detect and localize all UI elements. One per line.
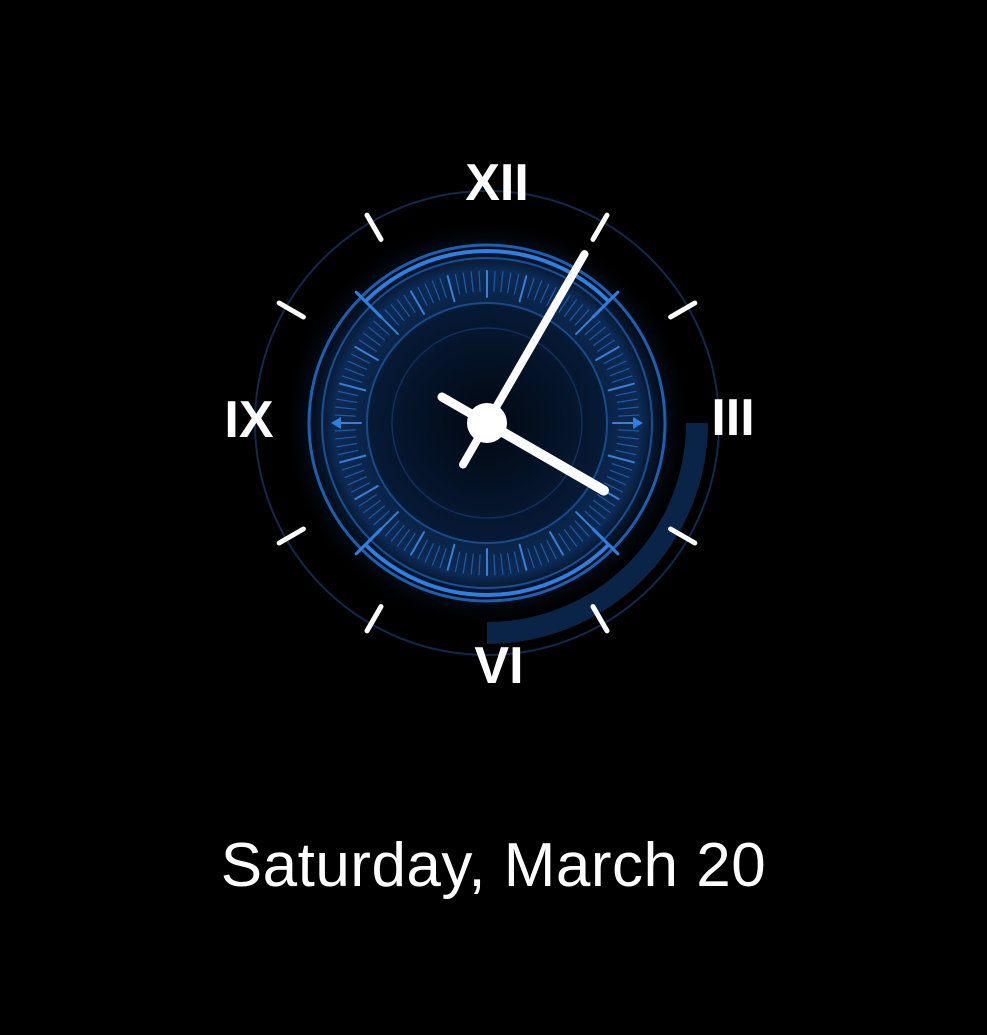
numeral-vi: VI bbox=[474, 637, 523, 695]
clock-face: XII III VI IX bbox=[224, 154, 754, 695]
numeral-xii: XII bbox=[465, 154, 529, 212]
analog-clock-widget[interactable]: XII III VI IX bbox=[187, 145, 787, 705]
numeral-iii: III bbox=[711, 389, 754, 447]
date-label: Saturday, March 20 bbox=[220, 831, 767, 900]
numeral-ix: IX bbox=[224, 391, 273, 449]
center-pin bbox=[467, 403, 507, 443]
lock-screen: XII III VI IX Saturday, March 20 bbox=[0, 0, 987, 1035]
